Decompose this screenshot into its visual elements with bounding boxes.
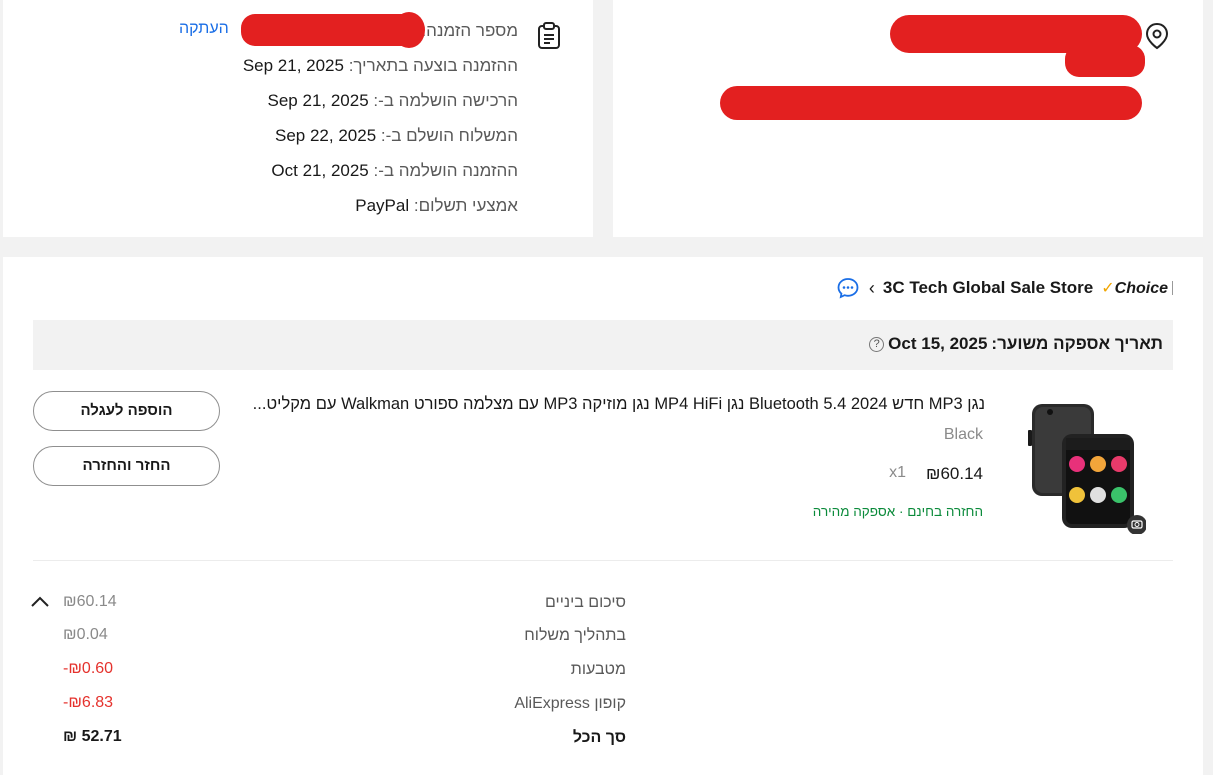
payment-method-value: PayPal	[355, 196, 410, 215]
estimated-delivery-bar: תאריך אספקה משוער: Oct 15, 2025 ?	[33, 320, 1173, 370]
product-tags: החזרה בחינם · אספקה מהירה	[812, 504, 983, 519]
location-pin-icon	[1145, 22, 1169, 50]
divider	[1172, 281, 1173, 295]
shipping-completed-value: Sep 22, 2025	[275, 126, 377, 145]
divider	[33, 560, 1173, 561]
store-name[interactable]: 3C Tech Global Sale Store	[883, 278, 1093, 298]
total-value: ₪ 52.71	[63, 728, 122, 745]
estimated-delivery: תאריך אספקה משוער: Oct 15, 2025 ?	[869, 334, 1163, 354]
return-refund-button[interactable]: החזר והחזרה	[33, 446, 220, 486]
choice-badge: ✓Choice	[1101, 278, 1168, 298]
shipping-address-card	[613, 0, 1203, 237]
coins-label: מטבעות	[570, 661, 626, 678]
redacted-order-number	[393, 12, 425, 48]
coupon-value: -₪6.83	[63, 694, 114, 711]
purchase-completed-label: הרכישה הושלמה ב-:	[373, 91, 518, 110]
product-title[interactable]: נגן MP3 חדש Bluetooth 5.4 2024 נגן MP4 H…	[235, 395, 985, 414]
order-completed-row: ההזמנה הושלמה ב-: Oct 21, 2025	[271, 161, 518, 181]
checkmark-icon: ✓	[1101, 280, 1115, 297]
order-items-card: ‹ 3C Tech Global Sale Store ✓Choice תארי…	[3, 257, 1203, 775]
order-completed-value: Oct 21, 2025	[271, 161, 369, 180]
product-variant: Black	[943, 426, 983, 443]
product-quantity: x1	[889, 464, 906, 481]
camera-icon[interactable]	[1127, 515, 1147, 535]
subtotal-value: ₪60.14	[63, 593, 117, 610]
shipping-completed-row: המשלוח הושלם ב-: Sep 22, 2025	[275, 126, 518, 146]
estimated-delivery-label: תאריך אספקה משוער:	[991, 334, 1163, 353]
choice-badge-label: Choice	[1114, 280, 1168, 297]
coins-value: -₪0.60	[63, 660, 114, 677]
estimated-delivery-date: Oct 15, 2025	[888, 334, 988, 353]
add-to-cart-button[interactable]: הוספה לעגלה	[33, 391, 220, 431]
total-label: סך הכל	[572, 729, 626, 746]
product-price: ₪60.14	[926, 464, 983, 483]
purchase-completed-value: Sep 21, 2025	[267, 91, 369, 110]
payment-method-label: אמצעי תשלום:	[413, 196, 518, 215]
redacted-address-line	[720, 86, 1142, 120]
coupon-label: קופון AliExpress	[514, 695, 626, 712]
product-image[interactable]	[1026, 400, 1146, 534]
subtotal-label: סיכום ביניים	[545, 594, 626, 611]
chat-icon[interactable]	[837, 277, 859, 299]
order-placed-value: Sep 21, 2025	[242, 56, 344, 75]
order-completed-label: ההזמנה הושלמה ב-:	[373, 161, 519, 180]
clipboard-icon	[538, 22, 560, 49]
chevron-up-icon[interactable]	[31, 595, 49, 607]
purchase-completed-row: הרכישה הושלמה ב-: Sep 21, 2025	[268, 91, 518, 111]
order-placed-label: ההזמנה בוצעה בתאריך:	[348, 56, 518, 75]
shipping-label: בתהליך משלוח	[524, 627, 626, 644]
order-number-row: מספר הזמנה:	[421, 21, 518, 41]
shipping-completed-label: המשלוח הושלם ב-:	[380, 126, 518, 145]
order-number-label: מספר הזמנה:	[421, 21, 518, 40]
copy-order-number-link[interactable]: העתקה	[179, 20, 229, 38]
shipping-value: ₪0.04	[63, 626, 108, 643]
chevron-left-icon[interactable]: ‹	[869, 278, 875, 299]
order-placed-row: ההזמנה בוצעה בתאריך: Sep 21, 2025	[243, 56, 518, 76]
order-info-card: מספר הזמנה: העתקה ההזמנה בוצעה בתאריך: S…	[3, 0, 593, 237]
store-row[interactable]: ‹ 3C Tech Global Sale Store ✓Choice	[837, 277, 1173, 299]
payment-method-row: אמצעי תשלום: PayPal	[355, 196, 518, 216]
redacted-address-line	[1065, 45, 1145, 77]
help-icon[interactable]: ?	[869, 336, 885, 352]
